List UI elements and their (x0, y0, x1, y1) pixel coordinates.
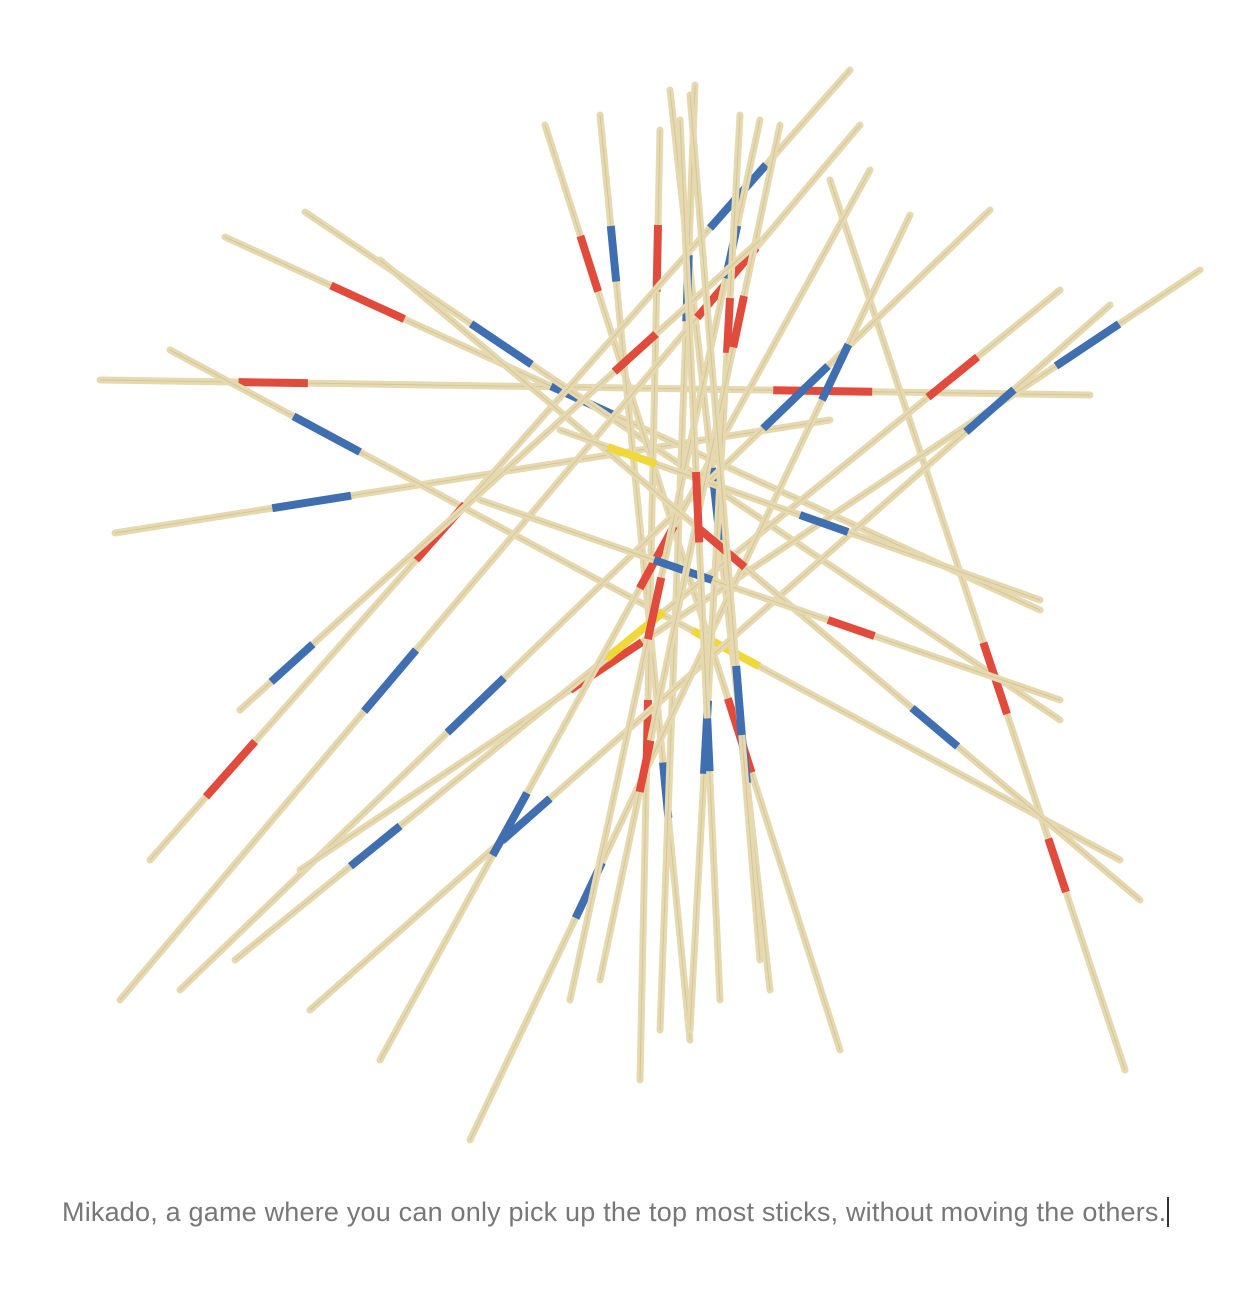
red-band (1044, 837, 1070, 894)
stick-11 (826, 176, 1129, 1074)
blue-band (703, 718, 714, 772)
red-band (692, 471, 704, 543)
red-band (576, 234, 602, 293)
red-band (652, 224, 662, 292)
image-caption[interactable]: Mikado, a game where you can only pick u… (62, 1192, 1182, 1232)
red-band (238, 378, 308, 388)
mikado-sticks-image (0, 0, 1236, 1180)
blue-band (909, 704, 961, 750)
blue-band (361, 647, 420, 714)
red-band (723, 297, 734, 354)
blue-band (291, 412, 362, 456)
red-band (729, 295, 748, 349)
blue-band (444, 675, 507, 736)
blue-band (271, 491, 352, 513)
caption-text: Mikado, a game where you can only pick u… (62, 1197, 1167, 1227)
blue-band (732, 665, 746, 736)
mikado-sticks-illustration (96, 66, 1204, 1144)
blue-band (268, 641, 316, 685)
red-band (329, 281, 406, 323)
blue-band (606, 225, 621, 282)
red-band (203, 738, 258, 800)
red-band (826, 616, 876, 640)
text-cursor (1167, 1197, 1170, 1227)
